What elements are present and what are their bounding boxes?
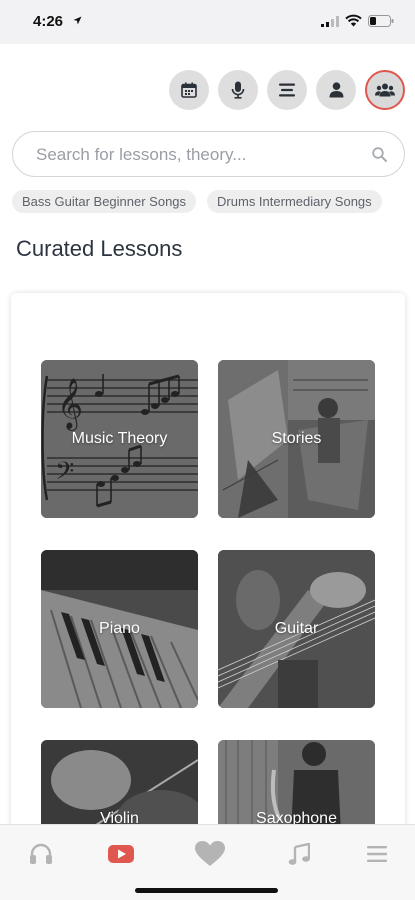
home-indicator xyxy=(135,888,278,893)
status-bar: 4:26 xyxy=(0,0,415,44)
lesson-tile-saxophone[interactable]: Saxophone xyxy=(218,740,375,824)
lesson-tile-music-theory[interactable]: 𝄞 𝄢 Music Theory xyxy=(41,360,198,518)
menu-icon xyxy=(367,846,387,862)
tab-music[interactable] xyxy=(284,839,314,869)
lesson-label: Music Theory xyxy=(71,430,168,447)
lessons-card: 𝄞 𝄢 Music Theory Stories Piano Guitar Vi… xyxy=(11,293,405,824)
lesson-label: Saxophone xyxy=(256,810,337,824)
calendar-icon xyxy=(181,82,197,98)
svg-text:𝄞: 𝄞 xyxy=(57,378,83,431)
chip-drums[interactable]: Drums Intermediary Songs xyxy=(207,190,382,213)
community-button[interactable] xyxy=(365,70,405,110)
main-page: Search for lessons, theory... Bass Guita… xyxy=(0,44,415,824)
lesson-tile-piano[interactable]: Piano xyxy=(41,550,198,708)
microphone-icon xyxy=(231,81,245,99)
lesson-label: Guitar xyxy=(274,620,319,637)
list-button[interactable] xyxy=(267,70,307,110)
section-title: Curated Lessons xyxy=(16,236,183,261)
lesson-tile-guitar[interactable]: Guitar xyxy=(218,550,375,708)
signal-icon xyxy=(321,16,339,27)
tab-favorites[interactable] xyxy=(195,839,225,869)
headphones-icon xyxy=(30,843,52,864)
battery-icon xyxy=(368,15,394,27)
wifi-icon xyxy=(345,14,362,27)
tab-menu[interactable] xyxy=(362,839,392,869)
lesson-tile-stories[interactable]: Stories xyxy=(218,360,375,518)
search-icon[interactable] xyxy=(372,147,387,162)
location-arrow-icon xyxy=(73,16,82,25)
user-icon xyxy=(329,82,343,98)
lesson-tile-violin[interactable]: Violin xyxy=(41,740,198,824)
music-note-icon xyxy=(288,843,310,865)
header-actions xyxy=(169,70,405,110)
chip-bass-guitar[interactable]: Bass Guitar Beginner Songs xyxy=(12,190,197,213)
youtube-icon xyxy=(108,845,134,863)
svg-text:𝄢: 𝄢 xyxy=(55,457,74,492)
search-bar[interactable]: Search for lessons, theory... xyxy=(12,131,405,177)
lesson-label: Violin xyxy=(100,810,139,824)
list-icon xyxy=(279,83,295,97)
tab-videos[interactable] xyxy=(106,839,136,869)
lesson-label: Piano xyxy=(99,620,140,637)
group-icon xyxy=(375,83,395,97)
profile-button[interactable] xyxy=(316,70,356,110)
tab-listen[interactable] xyxy=(26,839,56,869)
status-time: 4:26 xyxy=(33,13,64,30)
lesson-label: Stories xyxy=(271,430,322,447)
heart-icon xyxy=(195,841,225,866)
calendar-button[interactable] xyxy=(169,70,209,110)
microphone-button[interactable] xyxy=(218,70,258,110)
suggestion-chips: Bass Guitar Beginner Songs Drums Interme… xyxy=(12,190,382,213)
search-input[interactable]: Search for lessons, theory... xyxy=(36,145,246,165)
